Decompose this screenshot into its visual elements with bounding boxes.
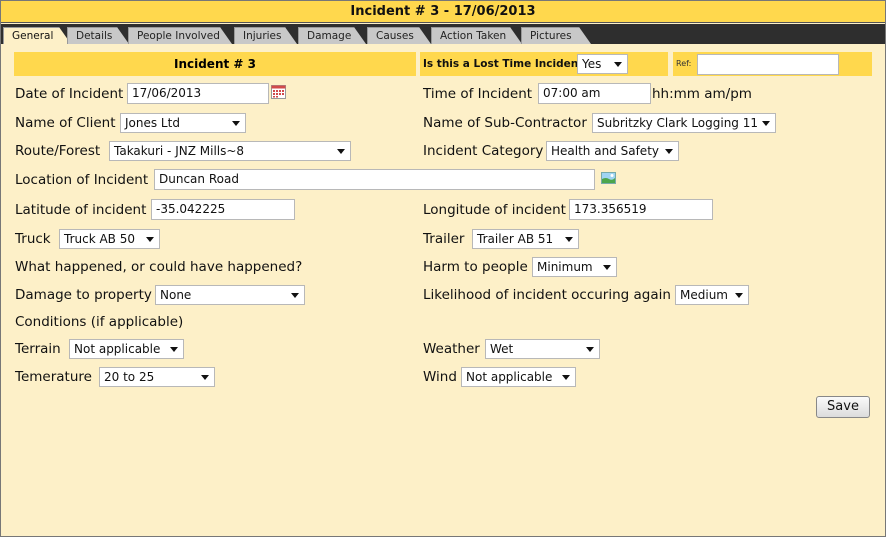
damage-select[interactable]: None — [155, 285, 305, 305]
date-label: Date of Incident — [15, 86, 124, 102]
terrain-value: Not applicable — [74, 342, 161, 356]
chevron-down-icon — [586, 347, 594, 352]
time-input[interactable]: 07:00 am — [538, 83, 651, 104]
tab-people-involved[interactable]: People Involved — [128, 27, 232, 44]
chevron-down-icon — [337, 149, 345, 154]
damage-label: Damage to property — [15, 287, 152, 303]
what-happened-label: What happened, or could have happened? — [15, 259, 303, 275]
terrain-label: Terrain — [15, 341, 61, 357]
tab-details[interactable]: Details — [67, 27, 129, 44]
tab-pictures[interactable]: Pictures — [521, 27, 591, 44]
location-input[interactable]: Duncan Road — [154, 169, 595, 190]
incident-number-title: Incident # 3 — [173, 57, 256, 71]
window-title: Incident # 3 - 17/06/2013 — [1, 1, 885, 23]
client-value: Jones Ltd — [125, 116, 180, 130]
lost-time-label: Is this a Lost Time Incident — [423, 58, 584, 70]
chevron-down-icon — [665, 149, 673, 154]
subcontractor-label: Name of Sub-Contractor — [423, 115, 587, 131]
latitude-input[interactable]: -35.042225 — [151, 199, 295, 220]
ref-input[interactable] — [697, 54, 839, 75]
temperature-value: 20 to 25 — [104, 370, 155, 384]
likelihood-select[interactable]: Medium — [675, 285, 749, 305]
likelihood-value: Medium — [680, 288, 728, 302]
ref-label: Ref: — [676, 59, 692, 68]
incident-window: Incident # 3 - 17/06/2013 General Detail… — [0, 0, 886, 537]
route-select[interactable]: Takakuri - JNZ Mills~8 — [109, 141, 351, 161]
location-label: Location of Incident — [15, 172, 149, 188]
tab-injuries[interactable]: Injuries — [234, 27, 297, 44]
truck-select[interactable]: Truck AB 50 — [59, 229, 160, 249]
chevron-down-icon — [735, 293, 743, 298]
chevron-down-icon — [614, 62, 622, 67]
subcontractor-select[interactable]: Subritzky Clark Logging 11 — [592, 113, 776, 133]
chevron-down-icon — [603, 265, 611, 270]
chevron-down-icon — [565, 237, 573, 242]
chevron-down-icon — [291, 293, 299, 298]
weather-select[interactable]: Wet — [485, 339, 600, 359]
chevron-down-icon — [762, 121, 770, 126]
category-label: Incident Category — [423, 143, 544, 159]
longitude-input[interactable]: 173.356519 — [569, 199, 713, 220]
tab-damage[interactable]: Damage — [298, 27, 366, 44]
lost-time-value: Yes — [582, 57, 602, 71]
longitude-label: Longitude of incident — [423, 202, 566, 218]
chevron-down-icon — [170, 347, 178, 352]
damage-value: None — [160, 288, 192, 302]
weather-value: Wet — [490, 342, 514, 356]
category-select[interactable]: Health and Safety — [546, 141, 679, 161]
trailer-value: Trailer AB 51 — [477, 232, 554, 246]
truck-value: Truck AB 50 — [64, 232, 135, 246]
wind-label: Wind — [423, 369, 457, 385]
category-value: Health and Safety — [551, 144, 659, 158]
calendar-icon[interactable] — [271, 85, 286, 99]
latitude-label: Latitude of incident — [15, 202, 147, 218]
conditions-heading: Conditions (if applicable) — [15, 314, 184, 330]
client-select[interactable]: Jones Ltd — [120, 113, 246, 133]
chevron-down-icon — [232, 121, 240, 126]
trailer-select[interactable]: Trailer AB 51 — [472, 229, 579, 249]
tab-bar: General Details People Involved Injuries… — [1, 24, 885, 44]
client-label: Name of Client — [15, 115, 116, 131]
wind-value: Not applicable — [466, 370, 553, 384]
date-input[interactable]: 17/06/2013 — [127, 83, 269, 104]
terrain-select[interactable]: Not applicable — [69, 339, 184, 359]
chevron-down-icon — [201, 375, 209, 380]
lost-time-select[interactable]: Yes — [577, 54, 628, 74]
truck-label: Truck — [15, 231, 51, 247]
tab-causes[interactable]: Causes — [367, 27, 431, 44]
trailer-label: Trailer — [423, 231, 465, 247]
harm-select[interactable]: Minimum — [532, 257, 617, 277]
subcontractor-value: Subritzky Clark Logging 11 — [597, 116, 759, 130]
chevron-down-icon — [562, 375, 570, 380]
save-button[interactable]: Save — [816, 396, 870, 418]
temperature-label: Temerature — [15, 369, 92, 385]
harm-value: Minimum — [537, 260, 593, 274]
likelihood-label: Likelihood of incident occuring again — [423, 287, 671, 303]
tab-general[interactable]: General — [3, 27, 71, 44]
route-value: Takakuri - JNZ Mills~8 — [114, 144, 245, 158]
wind-select[interactable]: Not applicable — [461, 367, 576, 387]
weather-label: Weather — [423, 341, 480, 357]
map-icon[interactable] — [601, 172, 616, 184]
time-label: Time of Incident — [423, 86, 533, 102]
harm-label: Harm to people — [423, 259, 528, 275]
temperature-select[interactable]: 20 to 25 — [99, 367, 215, 387]
time-format-hint: hh:mm am/pm — [652, 86, 752, 102]
tab-action-taken[interactable]: Action Taken — [431, 27, 522, 44]
route-label: Route/Forest — [15, 143, 101, 159]
chevron-down-icon — [146, 237, 154, 242]
